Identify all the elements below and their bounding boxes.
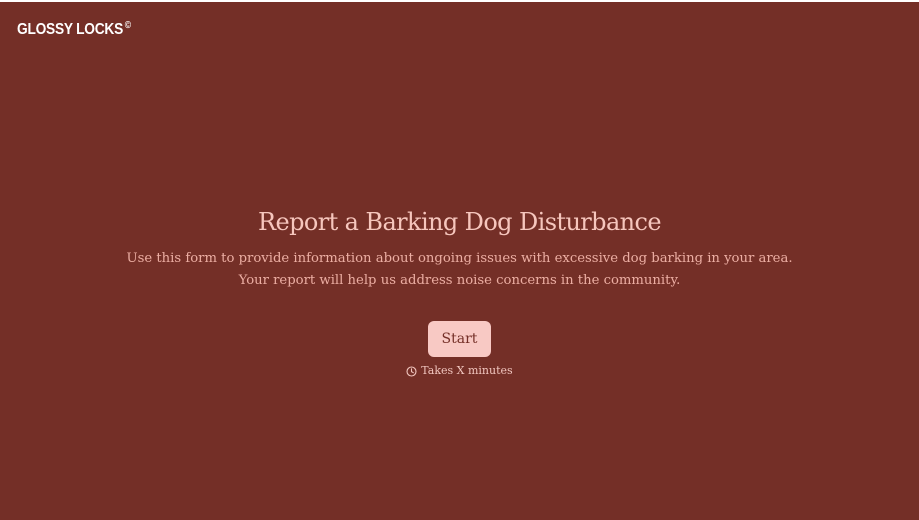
clock-icon: [406, 365, 417, 377]
form-landing-page: GLOSSY LOCKS © Report a Barking Dog Dist…: [0, 2, 919, 520]
form-intro: Report a Barking Dog Disturbance Use thi…: [0, 205, 919, 378]
brand-logo[interactable]: GLOSSY LOCKS ©: [17, 20, 131, 39]
copyright-mark: ©: [124, 20, 131, 31]
estimated-duration: Takes X minutes: [0, 364, 919, 378]
duration-text: Takes X minutes: [421, 364, 513, 377]
brand-name: GLOSSY LOCKS: [17, 21, 123, 38]
form-description: Use this form to provide information abo…: [110, 248, 810, 292]
page-title: Report a Barking Dog Disturbance: [258, 208, 662, 236]
start-button[interactable]: Start: [428, 321, 491, 357]
description-line-2: Your report will help us address noise c…: [238, 273, 681, 288]
description-line-1: Use this form to provide information abo…: [126, 251, 793, 266]
